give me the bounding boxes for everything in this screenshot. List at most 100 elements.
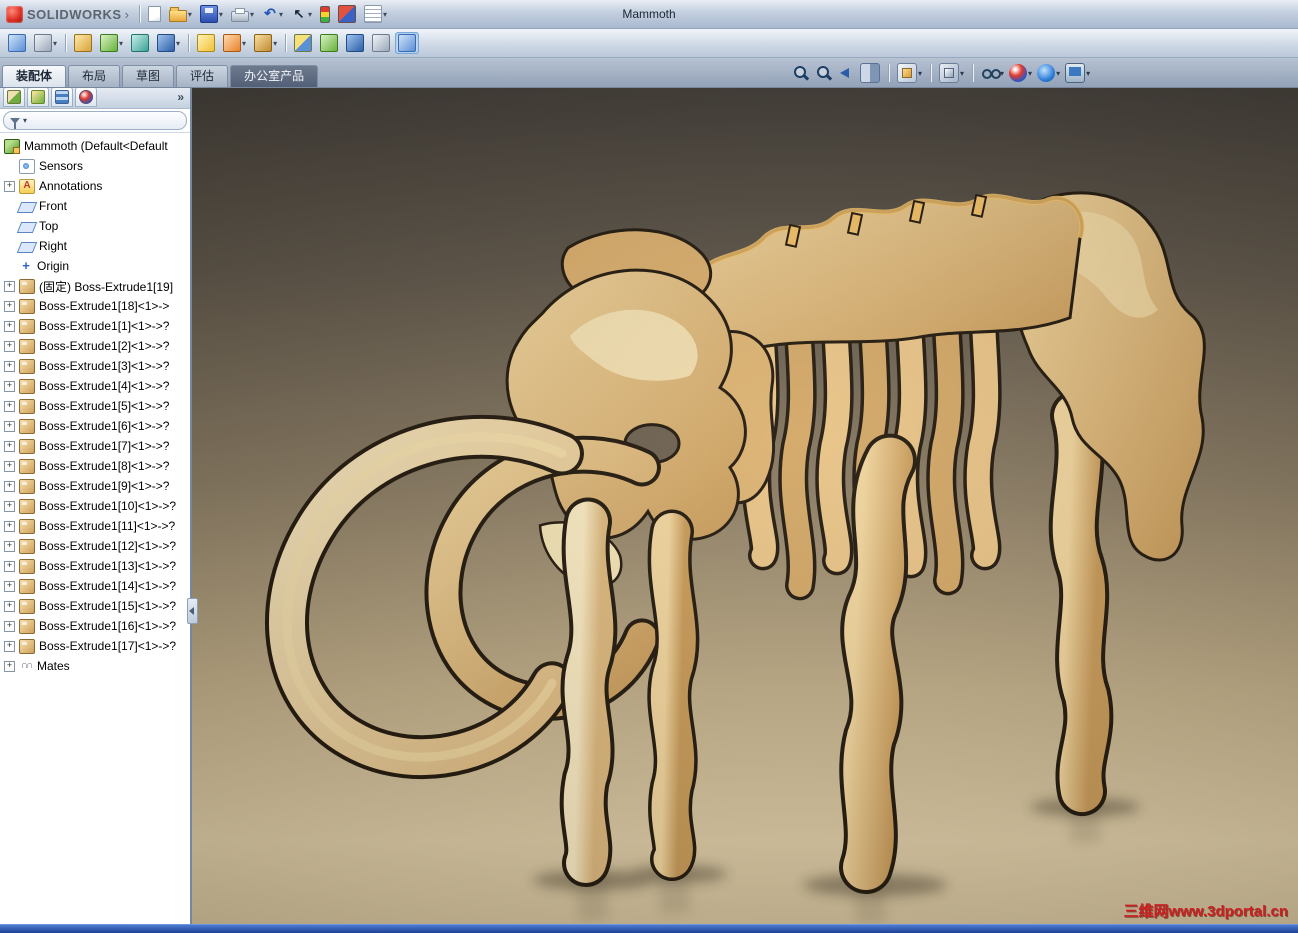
expander-icon[interactable]: + <box>4 300 15 312</box>
tree-item-sensors[interactable]: Sensors <box>0 156 190 176</box>
featuremanager-tab[interactable] <box>3 87 25 107</box>
show-hidden-components-button[interactable] <box>194 32 218 54</box>
dropdown-arrow-icon[interactable]: ▾ <box>188 10 192 19</box>
dropdown-arrow-icon[interactable]: ▾ <box>53 39 57 48</box>
dropdown-arrow-icon[interactable]: ▾ <box>383 10 387 19</box>
expander-icon[interactable]: + <box>4 540 15 552</box>
interference-detection-button[interactable] <box>369 32 393 54</box>
dropdown-arrow-icon[interactable]: ▾ <box>918 69 922 78</box>
tree-item-origin[interactable]: Origin <box>0 256 190 276</box>
dropdown-arrow-icon[interactable]: ▾ <box>1056 69 1060 78</box>
displaymanager-tab[interactable] <box>75 87 97 107</box>
tree-item-boss-extrude1-13-1[interactable]: + Boss-Extrude1[13]<1>->? <box>0 556 190 576</box>
print-button[interactable]: ▾ <box>228 5 257 24</box>
tree-item-front[interactable]: Front <box>0 196 190 216</box>
tree-item-boss-extrude1-3-1[interactable]: + Boss-Extrude1[3]<1>->? <box>0 356 190 376</box>
expander-icon[interactable]: + <box>4 560 15 572</box>
tree-item-boss-extrude1-8-1[interactable]: + Boss-Extrude1[8]<1>->? <box>0 456 190 476</box>
open-button[interactable]: ▾ <box>166 4 195 24</box>
color-swatch-button[interactable] <box>335 3 359 25</box>
panel-more-button[interactable]: » <box>174 90 187 104</box>
expander-icon[interactable]: + <box>4 640 15 652</box>
tree-item-boss-extrude1-5-1[interactable]: + Boss-Extrude1[5]<1>->? <box>0 396 190 416</box>
tree-item-right[interactable]: Right <box>0 236 190 256</box>
apply-scene-button[interactable]: ▾ <box>1036 63 1061 83</box>
save-button[interactable]: ▾ <box>197 3 226 25</box>
tree-filter[interactable]: ▾ <box>3 111 187 130</box>
view-orientation-button[interactable]: ▾ <box>896 62 923 84</box>
linear-component-pattern-button[interactable]: ▾ <box>97 32 126 54</box>
mate-button[interactable]: ▾ <box>31 32 60 54</box>
tree-item-boss-extrude1-1-1[interactable]: + Boss-Extrude1[1]<1>->? <box>0 316 190 336</box>
tree-item-boss-extrude1-6-1[interactable]: + Boss-Extrude1[6]<1>->? <box>0 416 190 436</box>
propertymanager-tab[interactable] <box>27 87 49 107</box>
hide-show-items-button[interactable]: ▾ <box>980 63 1005 83</box>
reference-geometry-button[interactable]: ▾ <box>251 32 280 54</box>
mammoth-rear-leg-near[interactable] <box>839 433 917 895</box>
move-component-button[interactable]: ▾ <box>154 32 183 54</box>
expander-icon[interactable]: + <box>4 440 15 452</box>
mammoth-skull[interactable] <box>505 268 747 541</box>
dropdown-arrow-icon[interactable]: ▾ <box>119 39 123 48</box>
smart-fasteners-button[interactable] <box>128 32 152 54</box>
zoom-to-fit-button[interactable] <box>790 63 810 83</box>
tree-item-annotations[interactable]: + Annotations <box>0 176 190 196</box>
zoom-to-area-button[interactable] <box>813 63 833 83</box>
tree-item-boss-extrude1-9-1[interactable]: + Boss-Extrude1[9]<1>->? <box>0 476 190 496</box>
tab-2[interactable]: 草图 <box>122 65 175 87</box>
mammoth-rear-leg-far[interactable] <box>1048 390 1114 817</box>
new-document-button[interactable] <box>145 4 164 24</box>
mammoth-model[interactable] <box>190 86 1298 925</box>
tree-item-mammoth-default-default[interactable]: Mammoth (Default<Default <box>0 136 190 156</box>
section-view-button[interactable] <box>859 62 881 84</box>
rebuild-stoplight-button[interactable] <box>317 4 333 25</box>
display-style-button[interactable]: ▾ <box>938 62 965 84</box>
expander-icon[interactable]: + <box>4 480 15 492</box>
tab-1[interactable]: 布局 <box>68 65 121 87</box>
tree-item-boss-extrude1-11-1[interactable]: + Boss-Extrude1[11]<1>->? <box>0 516 190 536</box>
view-settings-button[interactable]: ▾ <box>1064 62 1091 84</box>
dropdown-arrow-icon[interactable]: ▾ <box>279 10 283 19</box>
expander-icon[interactable]: + <box>4 580 15 592</box>
tree-item-boss-extrude1-16-1[interactable]: + Boss-Extrude1[16]<1>->? <box>0 616 190 636</box>
assembly-features-button[interactable]: ▾ <box>220 32 249 54</box>
mammoth-spine[interactable] <box>685 193 1085 350</box>
expander-icon[interactable]: + <box>4 660 15 672</box>
mammoth-front-leg-front[interactable] <box>559 497 618 888</box>
dropdown-arrow-icon[interactable]: ▾ <box>960 69 964 78</box>
tree-item-boss-extrude1-19[interactable]: + (固定) Boss-Extrude1[19] <box>0 276 190 296</box>
tree-item-boss-extrude1-4-1[interactable]: + Boss-Extrude1[4]<1>->? <box>0 376 190 396</box>
tab-3[interactable]: 评估 <box>176 65 229 87</box>
tree-item-top[interactable]: Top <box>0 216 190 236</box>
panel-splitter-handle[interactable] <box>187 598 198 624</box>
dropdown-arrow-icon[interactable]: ▾ <box>250 10 254 19</box>
menu-chevron-icon[interactable]: › <box>125 7 129 22</box>
tab-4[interactable]: 办公室产品 <box>230 65 319 87</box>
tree-item-mates[interactable]: + Mates <box>0 656 190 676</box>
tree-item-boss-extrude1-7-1[interactable]: + Boss-Extrude1[7]<1>->? <box>0 436 190 456</box>
exploded-view-button[interactable] <box>317 32 341 54</box>
graphics-viewport[interactable]: 三维网www.3dportal.cn <box>190 86 1298 925</box>
tree-item-boss-extrude1-2-1[interactable]: + Boss-Extrude1[2]<1>->? <box>0 336 190 356</box>
large-assembly-mode-button[interactable] <box>395 32 420 54</box>
expander-icon[interactable]: + <box>4 460 15 472</box>
tab-0[interactable]: 装配体 <box>2 65 67 87</box>
select-button[interactable]: ↖ ▾ <box>288 4 315 24</box>
tree-item-boss-extrude1-10-1[interactable]: + Boss-Extrude1[10]<1>->? <box>0 496 190 516</box>
tree-item-boss-extrude1-17-1[interactable]: + Boss-Extrude1[17]<1>->? <box>0 636 190 656</box>
tree-item-boss-extrude1-14-1[interactable]: + Boss-Extrude1[14]<1>->? <box>0 576 190 596</box>
expander-icon[interactable]: + <box>4 400 15 412</box>
expander-icon[interactable]: + <box>4 500 15 512</box>
expander-icon[interactable]: + <box>4 620 15 632</box>
dropdown-arrow-icon[interactable]: ▾ <box>219 10 223 19</box>
tree-item-boss-extrude1-18-1[interactable]: + Boss-Extrude1[18]<1>-> <box>0 296 190 316</box>
expander-icon[interactable]: + <box>4 520 15 532</box>
attachment-button[interactable] <box>71 32 95 54</box>
expander-icon[interactable]: + <box>4 360 15 372</box>
dropdown-arrow-icon[interactable]: ▾ <box>1086 69 1090 78</box>
mammoth-front-leg-rear[interactable] <box>647 509 700 882</box>
expander-icon[interactable]: + <box>4 320 15 332</box>
insert-components-button[interactable] <box>5 32 29 54</box>
tree-item-boss-extrude1-12-1[interactable]: + Boss-Extrude1[12]<1>->? <box>0 536 190 556</box>
dropdown-arrow-icon[interactable]: ▾ <box>1028 69 1032 78</box>
